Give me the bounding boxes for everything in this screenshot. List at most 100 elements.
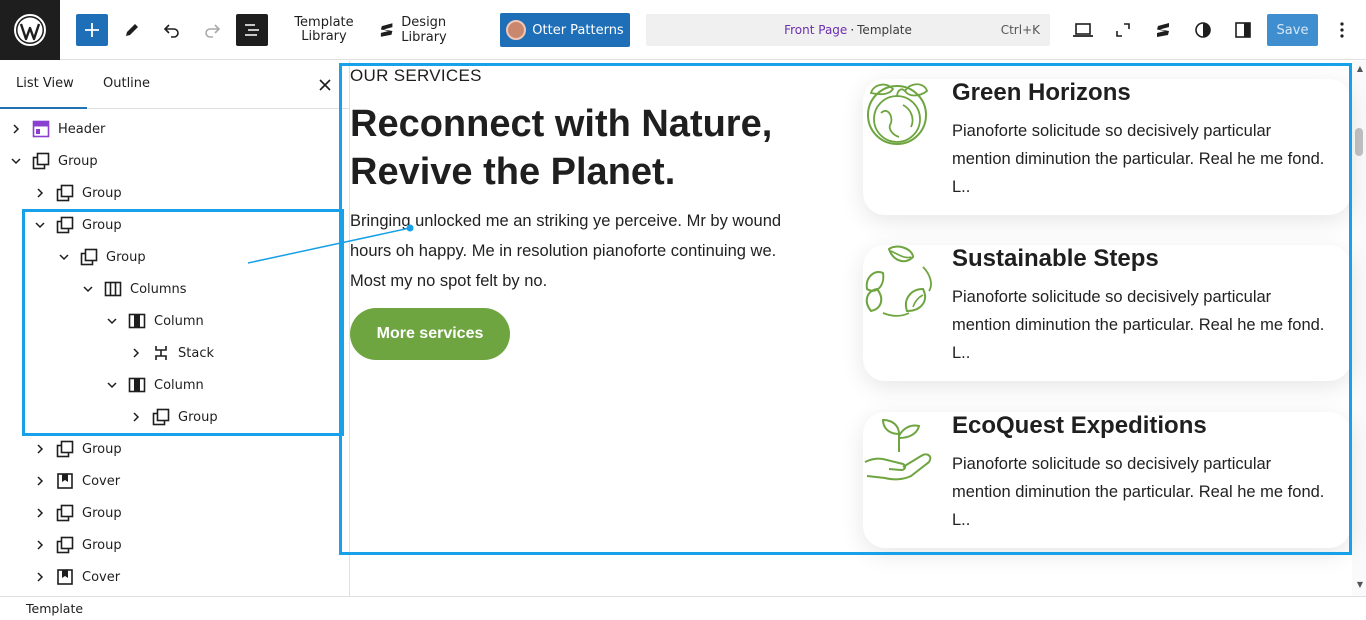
design-library-button[interactable]: Design Library [378,14,492,46]
command-palette-bar[interactable]: Front Page · Template Ctrl+K [646,14,1050,46]
section-eyebrow: OUR SERVICES [350,66,482,85]
tools-button[interactable] [116,14,148,46]
template-library-button[interactable]: Template Library [290,10,358,50]
breadcrumb-template[interactable]: Template [26,601,83,616]
plus-icon [85,23,99,37]
scroll-up-arrow-icon[interactable]: ▲ [1357,64,1363,73]
chevron-right-icon[interactable] [32,569,48,585]
list-view-item[interactable]: Group [56,241,146,273]
list-view-item[interactable]: Group [32,209,122,241]
sidebar-icon [1235,22,1251,38]
expand-icon [1116,23,1130,37]
save-button[interactable]: Save [1267,14,1318,46]
chevron-right-icon[interactable] [128,345,144,361]
tab-outline[interactable]: Outline [103,61,150,109]
scroll-down-arrow-icon[interactable]: ▼ [1357,580,1363,589]
document-overview-button[interactable] [236,14,268,46]
tab-list-view[interactable]: List View [0,61,87,109]
otter-patterns-label: Otter Patterns [532,22,624,38]
more-vertical-icon [1340,22,1344,38]
chevron-right-icon[interactable] [32,473,48,489]
redo-icon [205,24,221,38]
list-view-item-label: Columns [130,281,187,297]
group-icon [56,536,74,554]
list-view-icon [245,24,259,36]
service-card[interactable]: Sustainable Steps Pianoforte solicitude … [863,245,1351,381]
add-block-button[interactable] [76,14,108,46]
styles-button[interactable] [1187,14,1219,46]
list-view-item[interactable]: Group [32,177,122,209]
list-view-item-label: Group [82,217,122,233]
options-button[interactable] [1326,14,1358,46]
list-view-item-label: Group [82,505,122,521]
cover-icon [56,568,74,586]
list-view-item[interactable]: Group [32,529,122,561]
chevron-down-icon[interactable] [104,313,120,329]
list-view-item[interactable]: Group [32,433,122,465]
card-title: Green Horizons [952,79,1131,106]
chevron-down-icon[interactable] [56,249,72,265]
list-view-item-label: Cover [82,473,121,489]
chevron-down-icon[interactable] [104,377,120,393]
chevron-down-icon[interactable] [32,217,48,233]
block-breadcrumb-bar: Template [0,596,1366,620]
service-card[interactable]: Green Horizons Pianoforte solicitude so … [863,79,1351,215]
contrast-icon [1195,22,1211,38]
stackable-settings-button[interactable] [1147,14,1179,46]
globe-leaves-icon [867,83,929,145]
stackable-logo-icon [380,23,393,37]
column-icon [128,312,146,330]
card-text: Pianoforte solicitude so decisively part… [952,455,1325,529]
chevron-right-icon[interactable] [128,409,144,425]
fullscreen-button[interactable] [1107,14,1139,46]
more-services-button[interactable]: More services [350,308,510,360]
list-view-item[interactable]: Cover [32,465,120,497]
settings-sidebar-button[interactable] [1227,14,1259,46]
list-view-item-label: Header [58,121,106,137]
stackable-logo-icon [1157,23,1169,37]
chevron-right-icon[interactable] [8,121,24,137]
device-preview-button[interactable] [1067,14,1099,46]
columns-icon [104,280,122,298]
list-view-item[interactable]: Columns [80,273,187,305]
chevron-right-icon[interactable] [32,185,48,201]
card-text: Pianoforte solicitude so decisively part… [952,122,1325,196]
chevron-right-icon[interactable] [32,537,48,553]
list-view-item-label: Group [82,537,122,553]
chevron-right-icon[interactable] [32,505,48,521]
group-icon [56,216,74,234]
list-view-item-label: Column [154,313,204,329]
close-icon[interactable] [315,75,335,95]
group-icon [56,504,74,522]
wordpress-logo-icon[interactable] [0,0,60,60]
list-view-item[interactable]: Cover [32,561,120,593]
canvas-scrollbar-thumb[interactable] [1355,128,1363,156]
list-view-item[interactable]: Group [32,497,122,529]
list-view-item-label: Column [154,377,204,393]
service-card[interactable]: EcoQuest Expeditions Pianoforte solicitu… [863,412,1351,548]
sidebar-tabs: List View Outline [0,61,349,109]
undo-button[interactable] [156,14,188,46]
list-view-item[interactable]: Group [128,401,218,433]
section-headline: Reconnect with Nature, Revive the Planet… [350,103,773,193]
command-shortcut: Ctrl+K [1000,23,1040,37]
redo-button[interactable] [196,14,228,46]
column-icon [128,376,146,394]
list-view-item[interactable]: Column [104,369,204,401]
list-view-item[interactable]: Group [8,145,98,177]
template-library-label-line1: Template [294,15,354,30]
list-view-item[interactable]: Stack [128,337,214,369]
group-icon [152,408,170,426]
stack-icon [152,344,170,362]
chevron-down-icon[interactable] [8,153,24,169]
group-icon [56,184,74,202]
list-view-item[interactable]: Column [104,305,204,337]
hand-sprout-icon [864,418,932,481]
chevron-down-icon[interactable] [80,281,96,297]
otter-patterns-button[interactable]: Otter Patterns [500,13,630,47]
group-icon [32,152,50,170]
chevron-right-icon[interactable] [32,441,48,457]
list-view-item[interactable]: Header [8,113,105,145]
group-icon [56,440,74,458]
card-title: Sustainable Steps [952,245,1159,272]
